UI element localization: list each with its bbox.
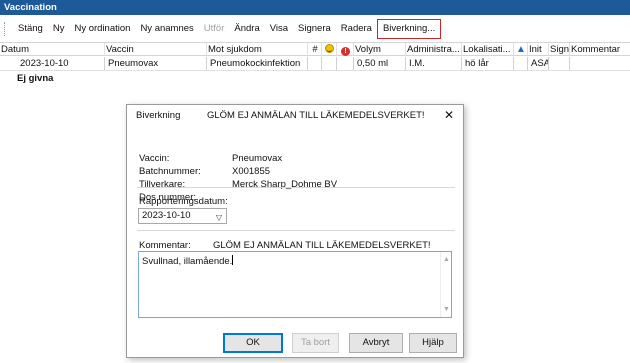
toolbar: Stäng Ny Ny ordination Ny anamnes Utför … [0, 18, 630, 40]
batch-label: Batchnummer: [139, 166, 201, 177]
vaccin-label: Vaccin: [139, 153, 170, 164]
cell-number [308, 57, 322, 70]
cell-sort [514, 57, 528, 70]
tillverkare-value: Merck Sharp_Dohme BV [232, 179, 338, 190]
kommentar-label: Kommentar: [139, 240, 191, 251]
dialog-title: Biverkning [136, 110, 181, 121]
cell-init: ASA [528, 57, 549, 70]
column-header-kommentar[interactable]: Kommentar [570, 43, 630, 56]
table-row[interactable]: 2023-10-10 Pneumovax Pneumokockinfektion… [0, 57, 630, 71]
divider [137, 230, 455, 231]
kommentar-textarea[interactable]: Svullnad, illamående. ▲ ▼ [138, 251, 452, 318]
dialog-title-message: GLÖM EJ ANMÄLAN TILL LÄKEMEDELSVERKET! [207, 110, 425, 121]
smile-icon [325, 44, 334, 53]
textarea-scrollbar[interactable]: ▲ ▼ [440, 252, 451, 317]
column-header-vaccin[interactable]: Vaccin [105, 43, 207, 56]
perform-button[interactable]: Utför [199, 19, 230, 39]
delete-button[interactable]: Radera [336, 19, 377, 39]
rapport-label: Rapporteringsdatum: [139, 196, 228, 207]
kommentar-text: Svullnad, illamående. [142, 256, 233, 267]
column-header-lokalisation[interactable]: Lokalisati... [462, 43, 514, 56]
column-header-sort[interactable]: ▲ [514, 43, 528, 56]
text-cursor [232, 255, 234, 265]
column-header-mot-sjukdom[interactable]: Mot sjukdom [207, 43, 308, 56]
column-header-volym[interactable]: Volym [354, 43, 406, 56]
cell-lokalisation: hö lår [462, 57, 514, 70]
divider [137, 187, 455, 188]
close-button[interactable]: Stäng [13, 19, 48, 39]
toolbar-grip[interactable] [4, 22, 7, 36]
new-button[interactable]: Ny [48, 19, 70, 39]
column-header-sign[interactable]: Sign [549, 43, 570, 56]
cell-datum: 2023-10-10 [17, 57, 105, 70]
close-icon[interactable]: ✕ [444, 108, 454, 122]
rapport-date-value: 2023-10-10 [142, 210, 191, 221]
cell-mot-sjukdom: Pneumokockinfektion [207, 57, 308, 70]
ok-button[interactable]: OK [223, 333, 283, 353]
scroll-down-icon[interactable]: ▼ [443, 304, 450, 315]
dialog-titlebar: Biverkning GLÖM EJ ANMÄLAN TILL LÄKEMEDE… [127, 105, 463, 127]
grid-header: Datum Vaccin Mot sjukdom # ! Volym Admin… [0, 42, 630, 56]
column-header-alert[interactable]: ! [337, 43, 354, 56]
chevron-down-icon: ▽ [215, 213, 222, 222]
sign-button[interactable]: Signera [293, 19, 336, 39]
cell-alert [337, 57, 354, 70]
help-button[interactable]: Hjälp [409, 333, 457, 353]
side-effect-button[interactable]: Biverkning... [376, 19, 442, 39]
window-title: Vaccination [0, 0, 630, 15]
cell-kommentar [570, 57, 630, 70]
arrow-up-icon: ▲ [516, 44, 526, 55]
group-label: Ej givna [17, 73, 54, 84]
scroll-up-icon[interactable]: ▲ [443, 254, 450, 265]
view-button[interactable]: Visa [265, 19, 293, 39]
alert-icon: ! [341, 47, 350, 56]
new-prescription-button[interactable]: Ny ordination [69, 19, 135, 39]
cell-vaccin: Pneumovax [105, 57, 207, 70]
cell-volym: 0,50 ml [354, 57, 406, 70]
column-header-smile[interactable] [322, 43, 337, 56]
batch-value: X001855 [232, 166, 271, 177]
cell-smile [322, 57, 337, 70]
tillverkare-label: Tillverkare: [139, 179, 186, 190]
vaccin-value: Pneumovax [232, 153, 283, 164]
edit-button[interactable]: Ändra [229, 19, 264, 39]
column-header-number[interactable]: # [308, 43, 322, 56]
new-anamnesis-button[interactable]: Ny anamnes [135, 19, 198, 39]
column-header-datum[interactable]: Datum [0, 43, 105, 56]
kommentar-message: GLÖM EJ ANMÄLAN TILL LÄKEMEDELSVERKET! [213, 240, 431, 251]
column-header-init[interactable]: Init [528, 43, 549, 56]
delete-button[interactable]: Ta bort [292, 333, 339, 353]
side-effect-dialog: Biverkning GLÖM EJ ANMÄLAN TILL LÄKEMEDE… [126, 104, 464, 358]
column-header-administration[interactable]: Administra... [406, 43, 462, 56]
cell-sign [549, 57, 570, 70]
cell-administration: I.M. [406, 57, 462, 70]
rapport-date-select[interactable]: 2023-10-10 ▽ [138, 208, 227, 224]
cancel-button[interactable]: Avbryt [349, 333, 403, 353]
